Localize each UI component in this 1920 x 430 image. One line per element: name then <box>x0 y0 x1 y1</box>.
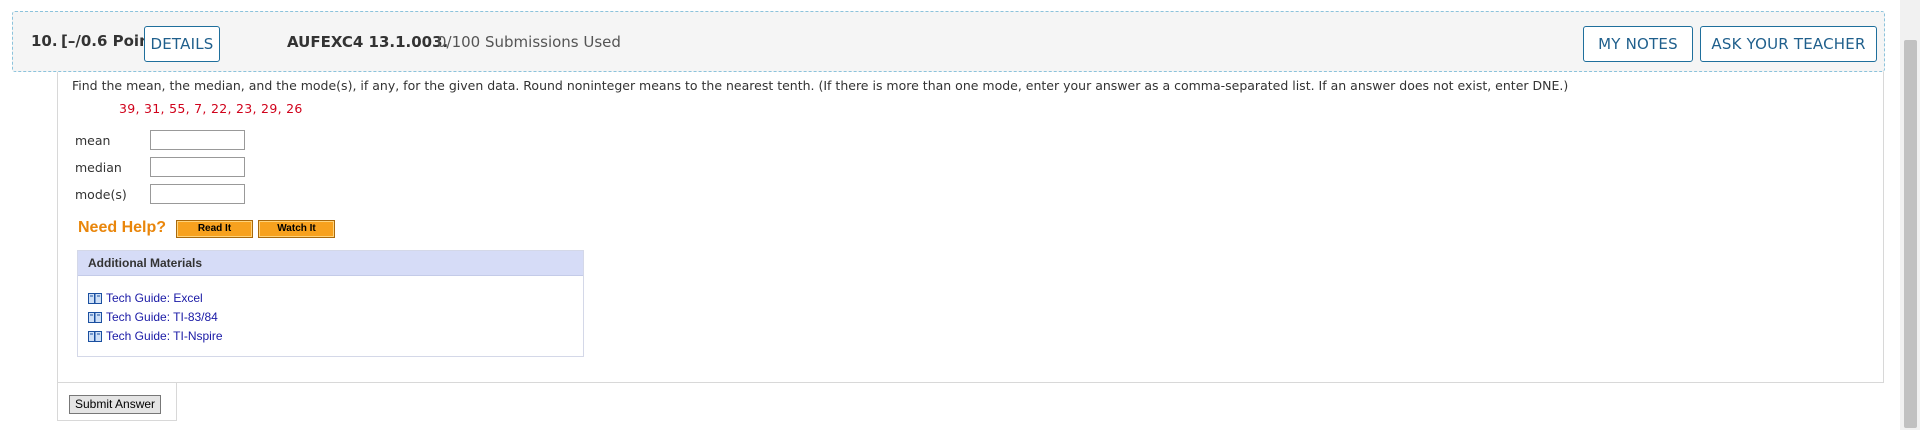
data-values: 39, 31, 55, 7, 22, 23, 29, 26 <box>119 101 303 116</box>
material-link-label: Tech Guide: TI-Nspire <box>106 329 223 343</box>
question-prompt: Find the mean, the median, and the mode(… <box>72 78 1569 93</box>
material-link-label: Tech Guide: TI-83/84 <box>106 310 218 324</box>
book-icon <box>88 292 102 304</box>
question-code: AUFEXC4 13.1.003. <box>287 33 449 51</box>
submit-answer-button[interactable]: Submit Answer <box>69 395 162 414</box>
vertical-scrollbar[interactable] <box>1900 0 1920 430</box>
material-link-ti-nspire[interactable]: Tech Guide: TI-Nspire <box>88 329 223 343</box>
material-link-excel[interactable]: Tech Guide: Excel <box>88 291 203 305</box>
additional-materials-title: Additional Materials <box>78 251 583 276</box>
ask-your-teacher-button[interactable]: ASK YOUR TEACHER <box>1700 26 1877 62</box>
median-input[interactable] <box>150 157 245 177</box>
need-help-title: Need Help? <box>78 219 167 236</box>
book-icon <box>88 330 102 342</box>
mean-input[interactable] <box>150 130 245 150</box>
watch-it-button[interactable]: Watch It <box>258 220 335 238</box>
read-it-button[interactable]: Read It <box>176 220 253 238</box>
my-notes-button[interactable]: MY NOTES <box>1583 26 1693 62</box>
material-link-label: Tech Guide: Excel <box>106 291 203 305</box>
submissions-used: 0/100 Submissions Used <box>437 33 621 51</box>
scrollbar-thumb[interactable] <box>1904 40 1917 428</box>
book-icon <box>88 311 102 323</box>
question-number: 10. <box>31 32 58 50</box>
median-label: median <box>75 160 122 175</box>
additional-materials: Additional Materials Tech Guide: Excel T… <box>77 250 584 357</box>
material-link-ti-83-84[interactable]: Tech Guide: TI-83/84 <box>88 310 218 324</box>
mean-label: mean <box>75 133 111 148</box>
details-button[interactable]: DETAILS <box>144 26 220 62</box>
question-header: 10. [–/0.6 Points] DETAILS AUFEXC4 13.1.… <box>12 11 1885 72</box>
modes-input[interactable] <box>150 184 245 204</box>
modes-label: mode(s) <box>75 187 127 202</box>
